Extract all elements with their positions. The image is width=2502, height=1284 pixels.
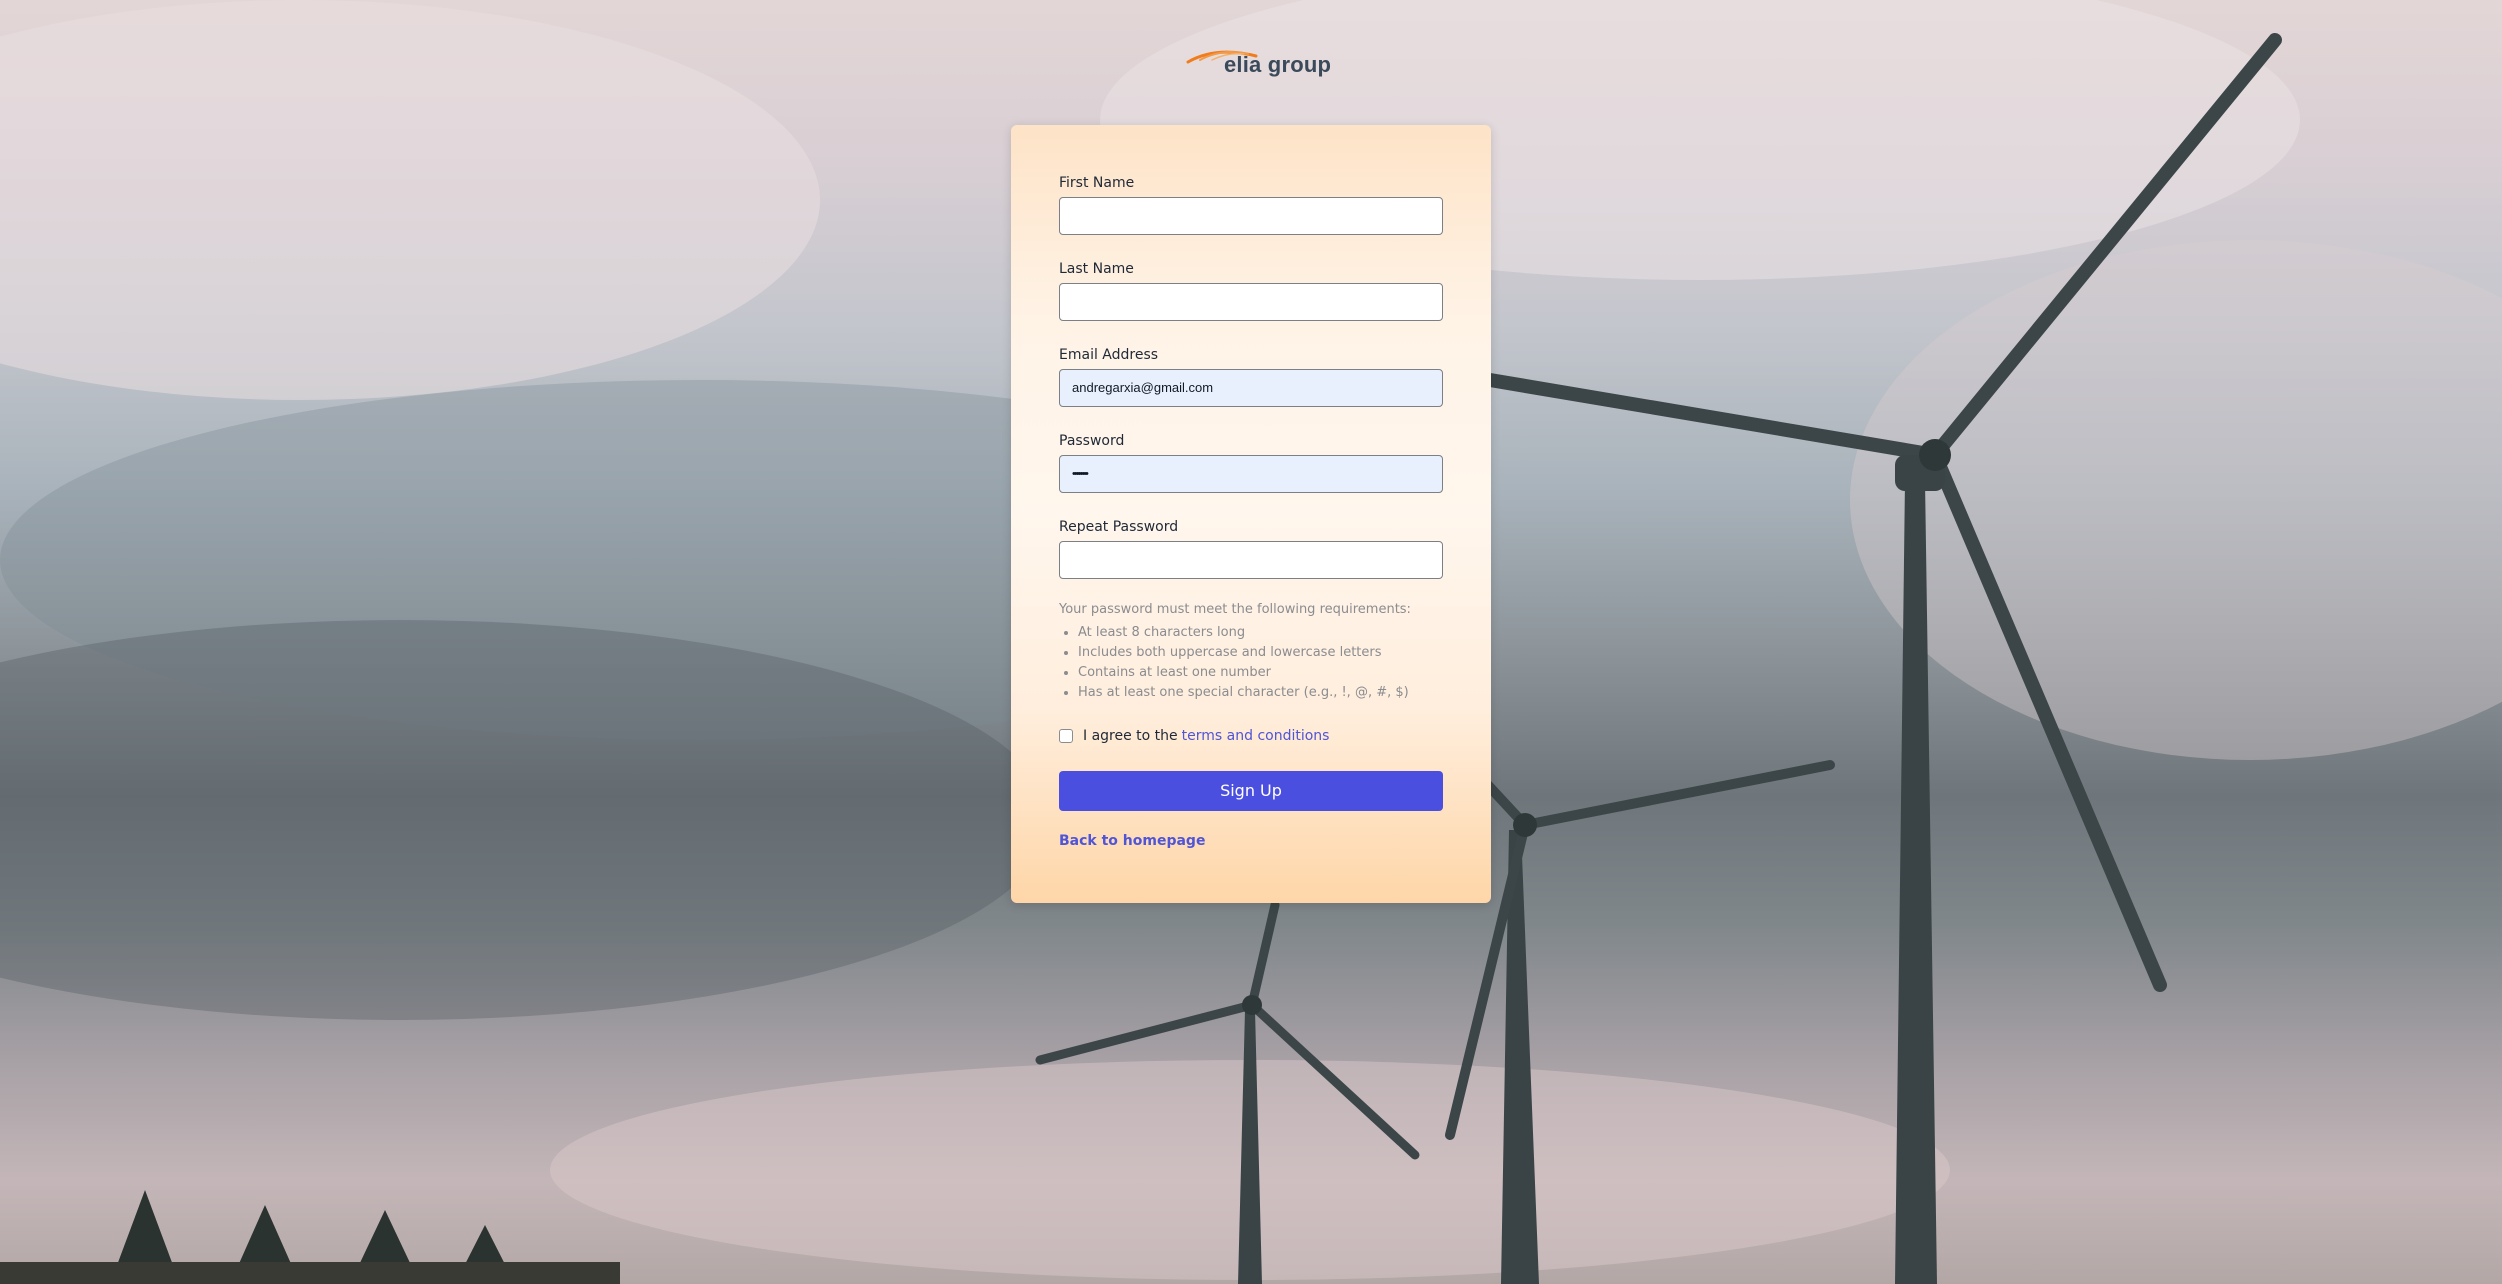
last-name-label: Last Name (1059, 261, 1134, 277)
terms-checkbox[interactable] (1059, 729, 1073, 743)
first-name-label: First Name (1059, 175, 1135, 191)
signup-card: First Name Last Name Email Address andre… (1011, 125, 1491, 903)
password-input[interactable]: •••••••• (1059, 455, 1443, 493)
requirement-item: Has at least one special character (e.g.… (1078, 683, 1409, 703)
terms-link[interactable]: terms and conditions (1182, 728, 1330, 744)
logo-text: elia group (1224, 52, 1332, 77)
repeat-password-label: Repeat Password (1059, 519, 1179, 535)
terms-prefix: I agree to the (1083, 728, 1178, 744)
email-label: Email Address (1059, 347, 1159, 363)
sign-up-button[interactable]: Sign Up (1059, 771, 1443, 811)
requirement-item: Contains at least one number (1078, 663, 1409, 683)
repeat-password-input[interactable] (1059, 541, 1443, 579)
password-requirements-intro: Your password must meet the following re… (1059, 602, 1411, 617)
requirement-item: At least 8 characters long (1078, 623, 1409, 643)
email-input[interactable]: andregarxia@gmail.com (1059, 369, 1443, 407)
password-label: Password (1059, 433, 1125, 449)
password-requirements-list: At least 8 characters long Includes both… (1059, 623, 1409, 703)
last-name-input[interactable] (1059, 283, 1443, 321)
terms-row: I agree to the terms and conditions (1059, 726, 1329, 746)
back-to-homepage-link[interactable]: Back to homepage (1059, 833, 1205, 849)
requirement-item: Includes both uppercase and lowercase le… (1078, 643, 1409, 663)
first-name-input[interactable] (1059, 197, 1443, 235)
